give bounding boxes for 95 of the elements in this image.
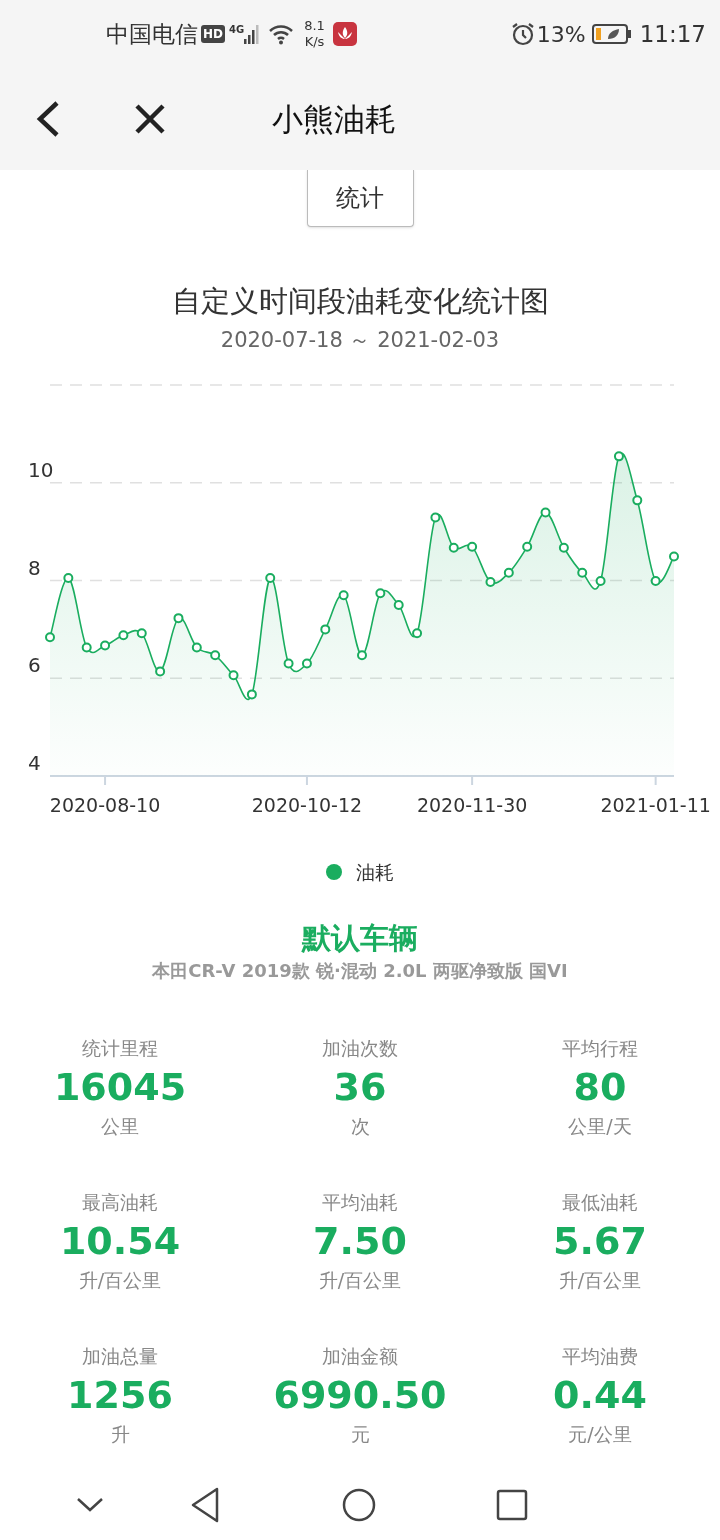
stat-value: 5.67	[553, 1218, 647, 1265]
back-icon[interactable]	[36, 100, 60, 138]
stat-label: 最高油耗	[82, 1190, 158, 1215]
data-point	[613, 451, 624, 462]
data-point	[577, 567, 588, 578]
app-icon	[332, 22, 357, 46]
legend-label[interactable]: 油耗	[356, 857, 394, 887]
stat-label: 加油金额	[322, 1344, 398, 1369]
y-axis-label: 4	[28, 751, 41, 775]
data-point	[136, 628, 147, 639]
vehicle-model: 本田CR-V 2019款 锐·混动 2.0L 两驱净致版 国VI	[152, 959, 568, 983]
page-title: 小熊油耗	[272, 99, 396, 139]
y-axis-label: 6	[28, 653, 41, 678]
chevron-down-icon[interactable]	[76, 1497, 104, 1513]
data-point	[173, 613, 184, 624]
data-point	[357, 650, 367, 661]
data-point	[485, 576, 496, 587]
data-point	[228, 670, 239, 681]
data-point	[63, 573, 74, 584]
stat-value: 6990.50	[273, 1372, 447, 1419]
data-point	[558, 542, 569, 553]
stat-unit: 升/百公里	[318, 1268, 402, 1293]
stat-unit: 公里/天	[568, 1114, 632, 1139]
data-point	[81, 642, 92, 653]
stat-value: 10.54	[59, 1218, 181, 1265]
data-point	[155, 666, 166, 677]
stat-unit: 元	[350, 1422, 370, 1447]
data-point	[669, 551, 679, 562]
data-point	[650, 576, 661, 586]
data-point	[375, 588, 386, 599]
data-point	[191, 642, 202, 653]
stat-unit: 升	[110, 1422, 130, 1447]
wifi-icon	[268, 23, 295, 45]
stat-value: 7.50	[313, 1218, 407, 1265]
stat-label: 平均油费	[562, 1344, 638, 1369]
stat-value: 0.44	[553, 1372, 647, 1419]
recent-apps-icon[interactable]	[496, 1489, 528, 1521]
data-point	[338, 590, 349, 601]
stat-unit: 升/百公里	[78, 1268, 162, 1293]
data-point	[100, 640, 111, 651]
data-point	[283, 658, 294, 669]
stat-unit: 升/百公里	[558, 1268, 642, 1293]
network-type: 4G	[229, 23, 245, 37]
data-point	[118, 630, 129, 641]
close-icon[interactable]	[134, 103, 166, 135]
clock-time: 11:17	[639, 19, 706, 49]
stat-label: 加油次数	[322, 1036, 398, 1061]
stat-label: 加油总量	[82, 1344, 158, 1369]
data-point	[632, 495, 643, 506]
data-point	[448, 542, 459, 553]
battery-icon	[591, 24, 632, 44]
data-point	[246, 689, 257, 700]
stat-value: 1256	[67, 1372, 173, 1419]
data-point	[522, 541, 533, 552]
data-point	[210, 650, 221, 661]
y-axis-label: 10	[28, 457, 54, 482]
stat-label: 统计里程	[82, 1036, 158, 1061]
back-triangle-icon[interactable]	[190, 1487, 220, 1523]
stat-unit: 公里	[101, 1114, 139, 1139]
data-point	[467, 541, 478, 552]
stat-label: 平均油耗	[322, 1190, 398, 1215]
stat-value: 36	[333, 1064, 387, 1111]
data-point	[412, 628, 423, 639]
stat-unit: 元/公里	[568, 1422, 632, 1447]
data-point	[45, 632, 55, 643]
x-axis-label: 2020-10-12	[251, 794, 363, 816]
stat-unit: 次	[350, 1114, 370, 1139]
stat-label: 平均行程	[562, 1036, 638, 1061]
carrier-name: 中国电信	[106, 19, 198, 49]
statistics-tab[interactable]: 统计	[306, 169, 414, 227]
data-point	[320, 624, 331, 635]
stat-label: 最低油耗	[562, 1190, 638, 1215]
data-point	[430, 512, 441, 523]
data-point	[540, 507, 551, 518]
battery-percent: 13%	[536, 20, 586, 49]
data-point	[301, 658, 312, 669]
vehicle-name: 默认车辆	[302, 920, 418, 957]
hd-badge: HD	[201, 25, 225, 43]
stat-value: 16045	[53, 1064, 187, 1111]
network-speed: 8.1	[304, 18, 325, 34]
data-point	[393, 599, 404, 610]
home-circle-icon[interactable]	[342, 1488, 376, 1522]
data-point	[595, 576, 606, 586]
chart-date-range: 2020-07-18 ～ 2021-02-03	[220, 327, 500, 354]
x-axis-label: 2020-11-30	[416, 794, 528, 816]
y-axis-label: 8	[28, 555, 41, 580]
chart-title: 自定义时间段油耗变化统计图	[171, 283, 549, 320]
signal-icon	[244, 24, 261, 44]
data-point	[265, 573, 276, 584]
x-axis-label: 2021-01-11	[600, 794, 711, 816]
alarm-icon	[510, 22, 535, 46]
stat-value: 80	[573, 1064, 627, 1111]
x-axis-label: 2020-08-10	[49, 794, 161, 816]
speed-unit: K/s	[304, 34, 325, 50]
data-point	[503, 567, 514, 578]
